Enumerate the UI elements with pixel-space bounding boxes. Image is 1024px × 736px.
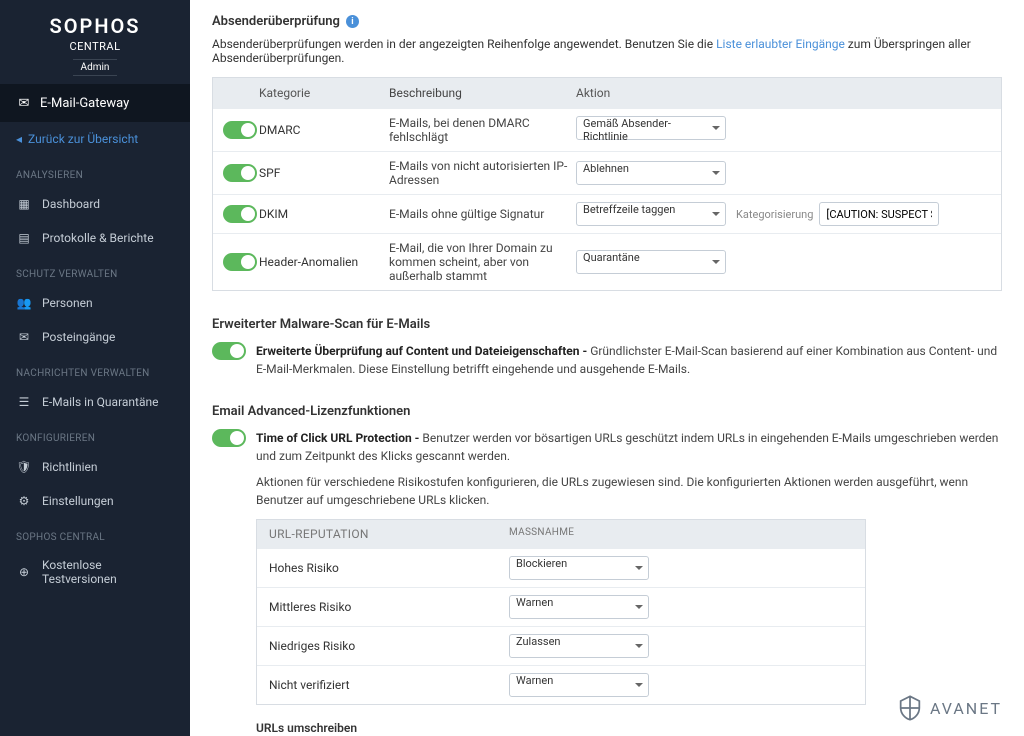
reputation-label: Hohes Risiko	[269, 561, 509, 575]
reputation-row: Niedriges RisikoZulassen	[257, 626, 865, 665]
sender-action-select[interactable]: Quarantäne	[576, 250, 726, 274]
main-content: Absenderüberprüfung i Absenderüberprüfun…	[190, 0, 1024, 736]
sender-verification-desc: Absenderüberprüfungen werden in der ange…	[212, 37, 1002, 65]
nav-item-icon: ▤	[16, 230, 32, 246]
sender-table: Kategorie Beschreibung Aktion DMARCE-Mai…	[212, 77, 1002, 291]
nav-item-icon: 🛡	[16, 459, 32, 475]
rewrite-urls-title: URLs umschreiben	[256, 721, 1002, 735]
nav-section-header: SCHUTZ VERWALTEN	[0, 255, 190, 286]
reputation-action-select[interactable]: Blockieren	[509, 556, 649, 580]
sender-row-toggle[interactable]	[223, 121, 257, 139]
categorization-input[interactable]	[819, 202, 939, 226]
allowed-list-link[interactable]: Liste erlaubter Eingänge	[716, 37, 845, 51]
nav-item-label: E-Mails in Quarantäne	[42, 395, 159, 409]
nav-item[interactable]: ☰ E-Mails in Quarantäne	[0, 385, 190, 419]
reputation-action-select[interactable]: Warnen	[509, 673, 649, 697]
brand-block: SOPHOS CENTRAL Admin	[0, 0, 190, 84]
sender-category: Header-Anomalien	[259, 255, 389, 269]
reputation-label: Mittleres Risiko	[269, 600, 509, 614]
nav-item-label: Dashboard	[42, 197, 100, 211]
nav-section-header: KONFIGURIEREN	[0, 419, 190, 450]
nav-item-label: Protokolle & Berichte	[42, 231, 154, 245]
nav-active-label: E-Mail-Gateway	[40, 96, 129, 111]
info-icon[interactable]: i	[346, 15, 359, 28]
nav-item[interactable]: ⚙ Einstellungen	[0, 484, 190, 518]
sender-category: SPF	[259, 166, 389, 180]
nav-back-link[interactable]: ◂ Zurück zur Übersicht	[0, 122, 190, 156]
reputation-action-select[interactable]: Zulassen	[509, 634, 649, 658]
nav-section-header: NACHRICHTEN VERWALTEN	[0, 354, 190, 385]
email-gateway-icon: ✉	[16, 95, 32, 111]
nav-section-header: SOPHOS CENTRAL	[0, 518, 190, 549]
chevron-left-icon: ◂	[16, 132, 22, 146]
sender-table-head: Kategorie Beschreibung Aktion	[213, 78, 1001, 108]
nav-item-icon: ✉	[16, 329, 32, 345]
malware-scan-title: Erweiterter Malware-Scan für E-Mails	[212, 317, 1002, 332]
sender-category: DMARC	[259, 123, 389, 137]
nav-item-icon: 👥	[16, 295, 32, 311]
avanet-shield-icon	[896, 694, 924, 722]
toc-toggle[interactable]	[212, 429, 246, 447]
brand-admin-label: Admin	[73, 59, 118, 76]
advanced-license-title: Email Advanced-Lizenzfunktionen	[212, 404, 1002, 419]
nav-item[interactable]: 👥 Personen	[0, 286, 190, 320]
sender-desc: E-Mails ohne gültige Signatur	[389, 207, 576, 221]
reputation-table: URL-REPUTATION MASSNAHME Hohes RisikoBlo…	[256, 519, 866, 705]
nav-item[interactable]: 🛡 Richtlinien	[0, 450, 190, 484]
nav-active-item[interactable]: ✉ E-Mail-Gateway	[0, 84, 190, 122]
brand-logo: SOPHOS	[0, 14, 190, 38]
sender-row-toggle[interactable]	[223, 164, 257, 182]
sender-table-row: SPFE-Mails von nicht autorisierten IP-Ad…	[213, 151, 1001, 194]
nav-item-icon: ⊕	[16, 564, 32, 580]
nav-item-icon: ⚙	[16, 493, 32, 509]
nav-item[interactable]: ⊕ Kostenlose Testversionen	[0, 549, 190, 595]
sender-desc: E-Mail, die von Ihrer Domain zu kommen s…	[389, 241, 576, 283]
reputation-table-head: URL-REPUTATION MASSNAHME	[257, 520, 865, 548]
nav-item[interactable]: ✉ Posteingänge	[0, 320, 190, 354]
sender-category: DKIM	[259, 207, 389, 221]
nav-item-label: Posteingänge	[42, 330, 115, 344]
nav-item-label: Richtlinien	[42, 460, 98, 474]
nav-item-label: Einstellungen	[42, 494, 114, 508]
nav-item-icon: ☰	[16, 394, 32, 410]
malware-text: Erweiterte Überprüfung auf Content und D…	[256, 342, 1002, 378]
sender-desc: E-Mails von nicht autorisierten IP-Adres…	[389, 159, 576, 187]
nav-item[interactable]: ▦ Dashboard	[0, 187, 190, 221]
reputation-label: Nicht verifiziert	[269, 678, 509, 692]
nav-item-icon: ▦	[16, 196, 32, 212]
sender-verification-title: Absenderüberprüfung i	[212, 14, 1002, 29]
brand-subtitle: CENTRAL	[0, 40, 190, 53]
categorization-label: Kategorisierung	[736, 208, 813, 221]
sender-row-toggle[interactable]	[223, 253, 257, 271]
reputation-action-select[interactable]: Warnen	[509, 595, 649, 619]
nav-section-header: ANALYSIEREN	[0, 156, 190, 187]
sender-desc: E-Mails, bei denen DMARC fehlschlägt	[389, 116, 576, 144]
toc-sub: Aktionen für verschiedene Risikostufen k…	[256, 473, 1002, 509]
sender-table-row: Header-AnomalienE-Mail, die von Ihrer Do…	[213, 233, 1001, 290]
sender-action-select[interactable]: Betreffzeile taggen	[576, 202, 726, 226]
sender-table-row: DKIME-Mails ohne gültige SignaturBetreff…	[213, 194, 1001, 233]
avanet-logo: AVANET	[896, 694, 1002, 722]
sender-row-toggle[interactable]	[223, 205, 257, 223]
sender-action-select[interactable]: Gemäß Absender-Richtlinie	[576, 116, 726, 140]
toc-text: Time of Click URL Protection - Benutzer …	[256, 429, 1002, 465]
sidebar: SOPHOS CENTRAL Admin ✉ E-Mail-Gateway ◂ …	[0, 0, 190, 736]
sender-table-row: DMARCE-Mails, bei denen DMARC fehlschläg…	[213, 108, 1001, 151]
sender-action-select[interactable]: Ablehnen	[576, 161, 726, 185]
reputation-row: Nicht verifiziertWarnen	[257, 665, 865, 704]
malware-toggle[interactable]	[212, 342, 246, 360]
reputation-label: Niedriges Risiko	[269, 639, 509, 653]
nav-item-label: Kostenlose Testversionen	[42, 558, 174, 586]
nav-back-label: Zurück zur Übersicht	[28, 132, 138, 146]
reputation-row: Mittleres RisikoWarnen	[257, 587, 865, 626]
nav-item[interactable]: ▤ Protokolle & Berichte	[0, 221, 190, 255]
nav-item-label: Personen	[42, 296, 93, 310]
reputation-row: Hohes RisikoBlockieren	[257, 548, 865, 587]
